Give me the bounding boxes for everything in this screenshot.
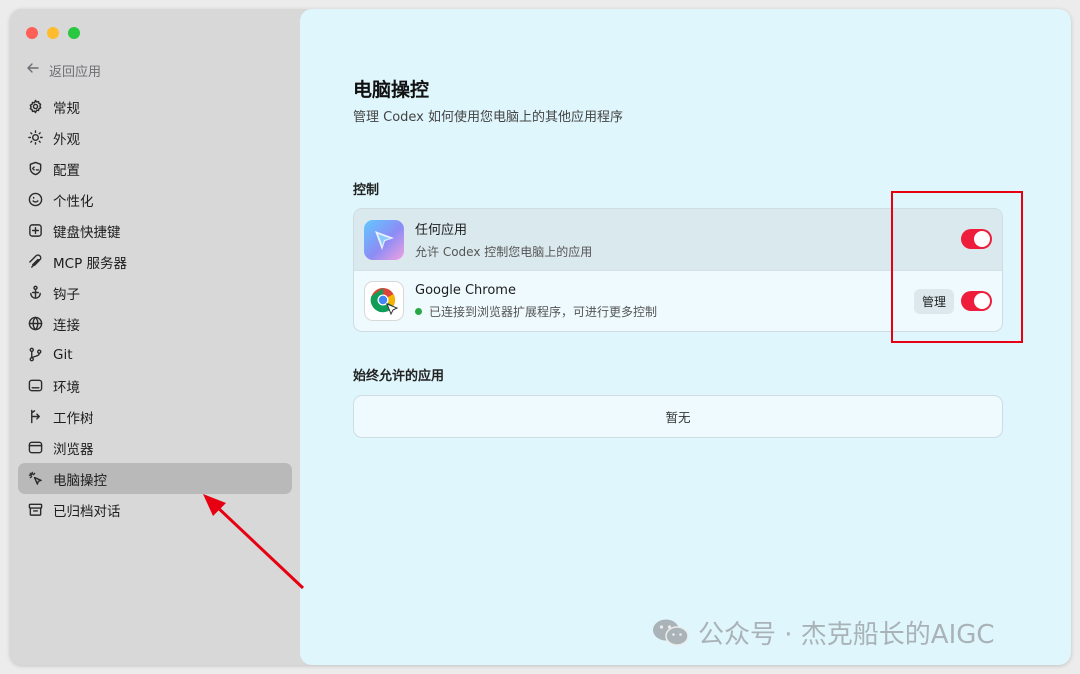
sidebar-item-appearance[interactable]: 外观 — [18, 122, 292, 153]
chrome-status: 已连接到浏览器扩展程序，可进行更多控制 — [415, 303, 657, 320]
sidebar-item-label: 钩子 — [53, 286, 80, 303]
watermark: 公众号 · 杰克船长的AIGC — [652, 614, 995, 651]
sidebar-item-label: 已归档对话 — [53, 503, 121, 520]
cursor-click-icon — [27, 471, 43, 487]
sidebar-item-label: 配置 — [53, 162, 80, 179]
sidebar-item-label: 外观 — [53, 131, 80, 148]
always-allowed-section-label: 始终允许的应用 — [353, 369, 445, 384]
connected-status-dot — [415, 307, 422, 315]
sidebar-item-personalization[interactable]: 个性化 — [18, 184, 292, 215]
arrow-left-icon — [26, 61, 40, 79]
back-to-app-button[interactable]: 返回应用 — [26, 60, 101, 80]
sidebar-item-environment[interactable]: 环境 — [18, 370, 292, 401]
wechat-logo-icon — [652, 618, 690, 648]
any-app-description-text: 允许 Codex 控制您电脑上的应用 — [415, 245, 593, 259]
terminal-icon — [27, 378, 43, 394]
back-label: 返回应用 — [49, 64, 102, 80]
sidebar-item-label: Git — [53, 346, 73, 363]
page-subtitle: 管理 Codex 如何使用您电脑上的其他应用程序 — [353, 110, 624, 125]
sidebar-item-label: 电脑操控 — [53, 472, 107, 489]
sidebar-item-general[interactable]: 常规 — [18, 91, 292, 122]
sidebar-item-hooks[interactable]: 钩子 — [18, 277, 292, 308]
globe-icon — [27, 316, 43, 332]
git-branch-icon — [27, 347, 43, 363]
sun-icon — [27, 130, 43, 146]
browser-icon — [27, 440, 43, 456]
sidebar-item-label: MCP 服务器 — [53, 255, 128, 272]
worktree-icon — [27, 409, 43, 425]
sidebar-item-connections[interactable]: 连接 — [18, 308, 292, 339]
chrome-app-name: Google Chrome — [415, 282, 516, 298]
page-title: 电脑操控 — [353, 79, 430, 101]
settings-nav: 常规 外观 配置 个性化 键盘快捷键 MCP 服务器 钩子 连接 Git 环境 … — [18, 91, 292, 525]
sidebar-item-config[interactable]: 配置 — [18, 153, 292, 184]
mcp-icon — [27, 254, 43, 270]
sidebar-item-label: 键盘快捷键 — [53, 224, 121, 241]
empty-state-text: 暂无 — [665, 410, 691, 425]
sidebar-item-label: 环境 — [53, 379, 80, 396]
sidebar-item-label: 连接 — [53, 317, 80, 334]
archive-icon — [27, 502, 43, 518]
always-allowed-empty-state: 暂无 — [353, 395, 1003, 438]
sidebar-item-label: 个性化 — [53, 193, 94, 210]
sidebar-item-label: 浏览器 — [53, 441, 94, 458]
keyboard-icon — [27, 223, 43, 239]
sidebar-item-computer-control[interactable]: 电脑操控 — [18, 463, 292, 494]
annotation-highlight-box — [891, 191, 1023, 343]
watermark-text: 公众号 · 杰克船长的AIGC — [698, 620, 995, 650]
sidebar-item-browser[interactable]: 浏览器 — [18, 432, 292, 463]
any-app-description: 允许 Codex 控制您电脑上的应用 — [415, 243, 592, 260]
sidebar-item-git[interactable]: Git — [18, 339, 292, 370]
smile-icon — [27, 192, 43, 208]
sidebar-item-archived-chats[interactable]: 已归档对话 — [18, 494, 292, 525]
codex-cursor-app-icon — [364, 219, 404, 260]
hook-icon — [27, 285, 43, 301]
any-app-name: 任何应用 — [415, 223, 468, 238]
sidebar-item-mcp-servers[interactable]: MCP 服务器 — [18, 246, 292, 277]
chrome-app-icon — [364, 281, 404, 321]
chrome-status-text: 已连接到浏览器扩展程序，可进行更多控制 — [429, 304, 658, 319]
sidebar-item-worktree[interactable]: 工作树 — [18, 401, 292, 432]
gear-icon — [27, 99, 43, 115]
sidebar: 返回应用 常规 外观 配置 个性化 键盘快捷键 MCP 服务器 钩子 连接 Gi… — [10, 9, 300, 665]
shield-code-icon — [27, 161, 43, 177]
sidebar-item-keyboard-shortcuts[interactable]: 键盘快捷键 — [18, 215, 292, 246]
sidebar-item-label: 工作树 — [53, 410, 94, 427]
control-section-label: 控制 — [353, 183, 380, 198]
sidebar-item-label: 常规 — [53, 100, 80, 117]
